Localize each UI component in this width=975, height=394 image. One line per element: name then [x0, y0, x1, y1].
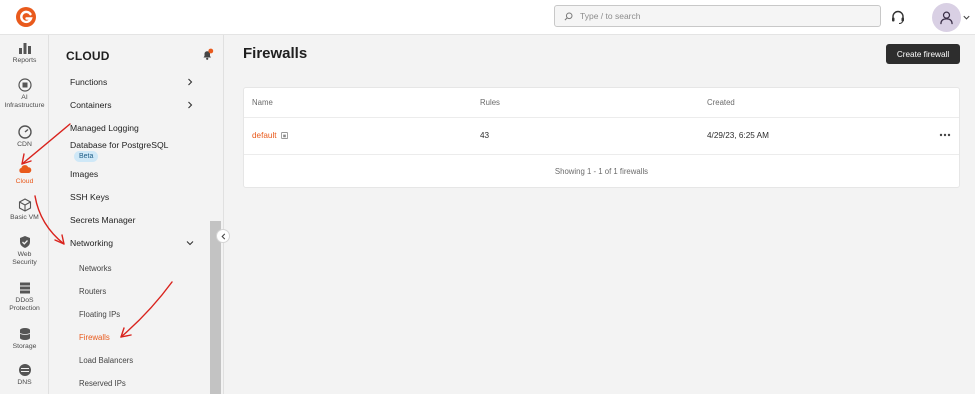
nav-item-label: Managed Logging — [70, 123, 139, 133]
chevron-right-icon — [188, 78, 193, 86]
nav-item-label: Functions — [70, 77, 108, 87]
top-bar: Type / to search — [0, 0, 975, 35]
nav-subitem-label: Floating IPs — [79, 309, 121, 319]
bar-chart-icon — [18, 43, 31, 54]
rail-label: DDoS Protection — [9, 297, 40, 312]
firewall-rules-count: 43 — [480, 131, 490, 140]
cube-icon — [18, 198, 31, 212]
rail-item-reports[interactable]: Reports — [0, 41, 49, 65]
subnav-scrollbar[interactable] — [210, 221, 221, 394]
page-title: Firewalls — [243, 45, 308, 62]
cloud-subnav: CLOUD Functions Containers Managed Loggi… — [50, 35, 224, 394]
nav-item-label: Networking — [70, 238, 113, 248]
nav-item-networking[interactable]: Networking — [70, 235, 194, 251]
chevron-right-icon — [188, 101, 193, 109]
nav-subitem-reserved-ips[interactable]: Reserved IPs — [79, 375, 203, 391]
rail-label: AI Infrastructure — [4, 94, 45, 109]
shield-check-icon — [19, 236, 30, 248]
pagination-summary: Showing 1 - 1 of 1 firewalls — [554, 167, 649, 176]
chip-icon — [17, 78, 32, 92]
nav-item-label: SSH Keys — [70, 192, 110, 202]
cloud-icon — [18, 165, 31, 173]
gauge-icon — [17, 125, 32, 139]
firewall-created-date: 4/29/23, 6:25 AM — [707, 131, 769, 140]
layers-icon — [19, 282, 30, 294]
nav-item-label: Containers — [70, 100, 112, 110]
nav-subitem-load-balancers[interactable]: Load Balancers — [79, 352, 203, 368]
notification-bell-icon[interactable] — [201, 48, 214, 61]
subnav-title: CLOUD — [66, 49, 110, 63]
nav-item-secrets-manager[interactable]: Secrets Manager — [70, 212, 194, 228]
rail-item-ai-infrastructure[interactable]: AI Infrastructure — [0, 78, 49, 110]
rail-item-ddos-protection[interactable]: DDoS Protection — [0, 281, 49, 313]
nav-item-images[interactable]: Images — [70, 166, 194, 182]
more-actions-icon[interactable] — [939, 133, 951, 137]
firewall-name: default — [252, 131, 277, 140]
dns-icon — [18, 364, 31, 376]
nav-subitem-floating-ips[interactable]: Floating IPs — [79, 306, 203, 322]
rail-label: CDN — [17, 141, 32, 148]
nav-item-text: Database for PostgreSQL — [70, 140, 169, 150]
column-header-rules[interactable]: Rules — [480, 98, 500, 107]
rail-label: Storage — [12, 343, 37, 350]
create-firewall-button[interactable]: Create firewall — [886, 44, 960, 64]
search-icon — [564, 11, 573, 20]
database-icon — [19, 328, 30, 340]
nav-item-label: Secrets Manager — [70, 215, 136, 225]
rail-label: Cloud — [15, 178, 34, 185]
brand-logo-icon[interactable] — [15, 6, 37, 28]
search-input[interactable]: Type / to search — [554, 5, 881, 27]
nav-item-functions[interactable]: Functions — [70, 74, 194, 90]
rail-item-dns[interactable]: DNS — [0, 363, 49, 387]
beta-badge: Beta — [74, 151, 99, 162]
rail-label: DNS — [17, 379, 32, 386]
nav-item-ssh-keys[interactable]: SSH Keys — [70, 189, 194, 205]
chevron-left-icon — [220, 233, 225, 239]
rail-item-storage[interactable]: Storage — [0, 327, 49, 351]
nav-item-containers[interactable]: Containers — [70, 97, 194, 113]
divider — [244, 154, 959, 155]
nav-subitem-label: Reserved IPs — [79, 378, 126, 388]
user-icon — [940, 11, 953, 25]
rail-label: Basic VM — [10, 214, 39, 221]
headset-icon[interactable] — [890, 9, 906, 25]
nav-subitem-label: Firewalls — [79, 332, 110, 342]
rail-item-web-security[interactable]: Web Security — [0, 235, 49, 267]
search-placeholder: Type / to search — [580, 11, 641, 21]
rail-item-cdn[interactable]: CDN — [0, 125, 49, 149]
nav-subitem-routers[interactable]: Routers — [79, 283, 203, 299]
default-lock-icon — [280, 132, 288, 139]
nav-subitem-networks[interactable]: Networks — [79, 260, 203, 276]
rail-item-cloud[interactable]: Cloud — [0, 162, 49, 186]
rail-label: Reports — [12, 57, 37, 64]
chevron-down-icon[interactable] — [962, 13, 971, 22]
nav-subitem-firewalls[interactable]: Firewalls — [79, 329, 203, 345]
nav-item-managed-logging[interactable]: Managed Logging — [70, 120, 194, 136]
nav-subitem-label: Load Balancers — [79, 355, 134, 365]
column-header-created[interactable]: Created — [707, 98, 735, 107]
nav-item-label: Images — [70, 169, 99, 179]
nav-subitem-label: Routers — [79, 286, 107, 296]
rail-item-basic-vm[interactable]: Basic VM — [0, 198, 49, 222]
divider — [244, 117, 959, 118]
user-avatar[interactable] — [932, 3, 961, 32]
column-header-name[interactable]: Name — [252, 98, 273, 107]
rail-label: Web Security — [12, 251, 37, 266]
firewall-name-link[interactable]: default — [252, 131, 288, 140]
collapse-sidebar-button[interactable] — [216, 229, 230, 243]
chevron-down-icon — [186, 241, 194, 246]
nav-item-label: Database for PostgreSQLBeta — [70, 140, 194, 162]
firewalls-table: Name Rules Created default 43 4/29/23, 6… — [243, 87, 960, 188]
nav-subitem-label: Networks — [79, 263, 112, 273]
product-rail: Reports AI Infrastructure CDN Cloud Basi… — [0, 35, 49, 394]
nav-item-database-postgresql[interactable]: Database for PostgreSQLBeta — [70, 140, 194, 162]
